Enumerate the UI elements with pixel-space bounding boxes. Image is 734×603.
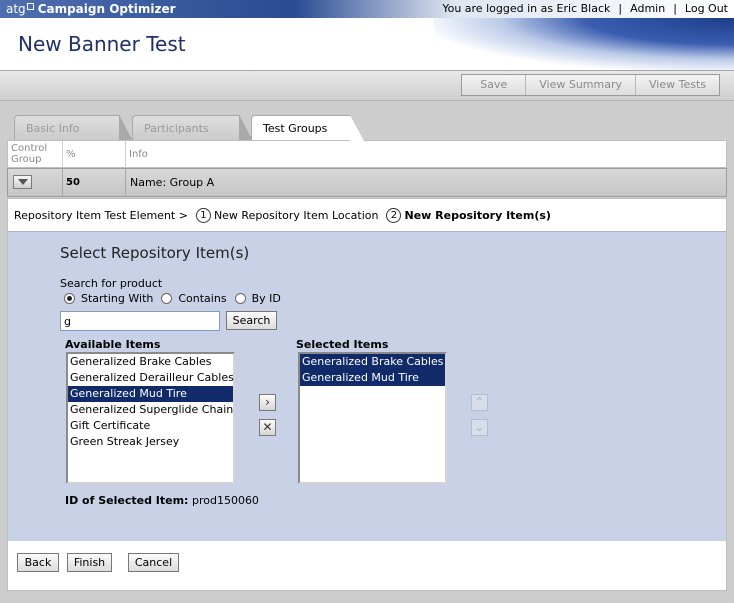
radio-label: Contains	[178, 292, 227, 305]
radio-selected-icon[interactable]	[64, 293, 75, 304]
app-name: Campaign Optimizer	[37, 2, 176, 16]
list-item[interactable]: Generalized Derailleur Cables	[68, 370, 234, 386]
search-mode-radios: Starting With Contains By ID	[64, 292, 289, 305]
chevron-right-icon[interactable]: ›	[259, 394, 276, 411]
separator: |	[618, 2, 623, 15]
list-item[interactable]: Generalized Brake Cables	[68, 354, 233, 370]
list-item-selected[interactable]: Generalized Mud Tire	[300, 370, 445, 386]
col-info: Info	[129, 149, 148, 160]
top-bar: atg Campaign Optimizer You are logged in …	[0, 0, 734, 18]
header-swoosh	[434, 18, 734, 71]
close-icon[interactable]: ✕	[259, 419, 276, 436]
radio-contains[interactable]: Contains	[161, 292, 227, 305]
tab-basic-info[interactable]: Basic Info	[14, 115, 133, 141]
col-control-group: Control Group	[8, 141, 63, 168]
group-row: 50 Name: Group A	[7, 168, 727, 197]
selected-items-list[interactable]: Generalized Brake Cables Generalized Mud…	[298, 352, 447, 484]
radio-starting-with[interactable]: Starting With	[64, 292, 153, 305]
search-input[interactable]	[60, 311, 220, 331]
logged-in-text: You are logged in as Eric Black	[442, 2, 611, 15]
step-1-icon: 1	[195, 208, 211, 223]
radio-icon[interactable]	[161, 293, 173, 304]
atg-logo: atg Campaign Optimizer	[6, 1, 176, 17]
finish-button[interactable]: Finish	[67, 553, 112, 572]
content-area: Repository Item Test Element > 1 New Rep…	[7, 198, 727, 591]
chevron-up-icon[interactable]: ⌃	[471, 394, 488, 411]
separator: |	[673, 2, 677, 15]
view-summary-button[interactable]: View Summary	[525, 75, 635, 95]
cancel-button[interactable]: Cancel	[128, 553, 179, 572]
breadcrumb-step-2: New Repository Item(s)	[404, 209, 551, 222]
col-percent: %	[63, 141, 126, 168]
admin-link[interactable]: Admin	[630, 2, 665, 15]
list-item[interactable]: Gift Certificate	[68, 418, 233, 434]
panel-title: Select Repository Item(s)	[60, 244, 250, 262]
list-item-selected[interactable]: Generalized Brake Cables	[300, 354, 445, 370]
selected-items-header: Selected Items	[296, 338, 389, 351]
available-items-header: Available Items	[65, 338, 161, 351]
percent-cell: 50	[63, 169, 126, 196]
radio-label: By ID	[251, 292, 281, 305]
tab-test-groups[interactable]: Test Groups	[251, 115, 364, 141]
list-item-selected[interactable]: Generalized Mud Tire	[68, 386, 233, 402]
view-tests-button[interactable]: View Tests	[635, 75, 719, 95]
tab-participants[interactable]: Participants	[132, 115, 253, 141]
save-button[interactable]: Save	[462, 75, 526, 95]
user-bar: You are logged in as Eric Black | Admin | Lo…	[442, 2, 728, 16]
radio-by-id[interactable]: By ID	[234, 292, 281, 305]
logout-link[interactable]: Log Out	[685, 2, 728, 15]
page-title: New Banner Test	[18, 32, 186, 56]
radio-label: Starting With	[81, 292, 154, 305]
info-cell: Name: Group A	[130, 176, 215, 189]
selected-id-value: prod150060	[191, 494, 259, 507]
list-item[interactable]: Green Streak Jersey	[68, 434, 233, 450]
search-label: Search for product	[60, 277, 163, 290]
toolbar: Save View Summary View Tests	[0, 71, 734, 101]
triangle-down-icon[interactable]	[13, 175, 32, 189]
logo-square-icon	[26, 3, 34, 10]
radio-icon[interactable]	[234, 293, 246, 304]
back-button[interactable]: Back	[17, 553, 59, 572]
search-button[interactable]: Search	[226, 311, 277, 330]
breadcrumb: Repository Item Test Element > 1 New Rep…	[14, 208, 551, 223]
breadcrumb-root[interactable]: Repository Item Test Element >	[14, 209, 188, 222]
list-item[interactable]: Generalized Superglide Chain	[68, 402, 233, 418]
group-table-header: Control Group % Info	[7, 140, 727, 168]
step-2-icon: 2	[386, 208, 402, 223]
toolbar-button-group: Save View Summary View Tests	[461, 74, 720, 96]
title-bar: New Banner Test	[0, 18, 734, 71]
available-items-list[interactable]: Generalized Brake Cables Generalized Der…	[66, 352, 235, 484]
chevron-down-icon[interactable]: ⌄	[471, 419, 488, 436]
brand-mark: atg	[6, 2, 26, 16]
selected-item-id: ID of Selected Item: prod150060	[65, 494, 259, 507]
selected-id-label: ID of Selected Item:	[65, 494, 189, 507]
control-group-cell	[8, 169, 63, 196]
breadcrumb-step-1[interactable]: New Repository Item Location	[214, 209, 379, 222]
select-items-panel: Select Repository Item(s) Search for pro…	[8, 231, 726, 541]
